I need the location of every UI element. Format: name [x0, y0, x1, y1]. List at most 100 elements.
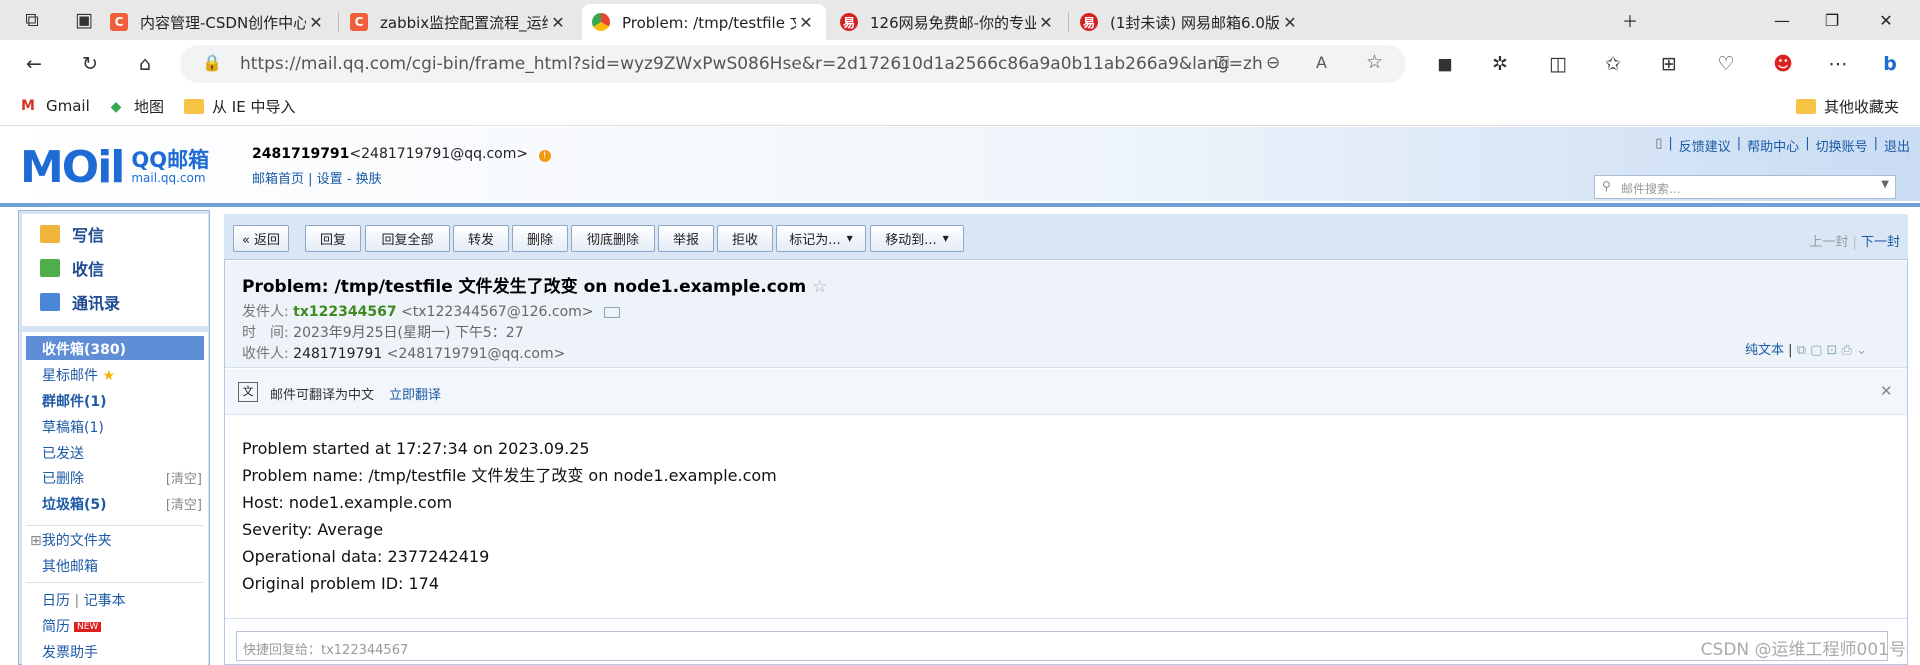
header-divider: [0, 203, 1920, 207]
collections-icon[interactable]: ⊞: [1655, 50, 1683, 78]
forward-button[interactable]: 转发: [453, 225, 509, 252]
read-aloud-icon[interactable]: A: [1316, 53, 1327, 72]
key-icon[interactable]: ⚿: [1216, 53, 1229, 73]
mail-search-input[interactable]: ⚲ 邮件搜索... ▼: [1594, 175, 1896, 199]
folder-label: 我的文件夹: [41, 533, 112, 549]
mobile-icon[interactable]: ▯: [1655, 136, 1662, 155]
folder-my-folders[interactable]: ⊞我的文件夹: [30, 530, 112, 550]
more-menu-icon[interactable]: ⋯: [1824, 50, 1852, 78]
to-line: 收件人: 2481719791 <2481719791@qq.com>: [242, 343, 565, 363]
qqmail-logo[interactable]: MOil QQ邮箱 mail.qq.com: [20, 142, 209, 193]
plain-text-link[interactable]: 纯文本 | ⧉ ▢ ⊡ ⎙ ⌄: [1745, 339, 1867, 358]
resume-link[interactable]: 简历 NEW: [42, 616, 102, 636]
minimize-icon[interactable]: —: [1762, 6, 1802, 34]
next-mail-link[interactable]: 下一封: [1861, 235, 1900, 250]
warning-icon[interactable]: !: [538, 150, 551, 162]
restore-icon[interactable]: ❐: [1812, 6, 1852, 34]
back-icon[interactable]: ←: [20, 50, 48, 78]
bookmark-maps[interactable]: ◆ 地图: [106, 96, 164, 117]
empty-deleted-link[interactable]: [清空]: [166, 468, 202, 487]
folder-sent[interactable]: 已发送: [42, 443, 84, 463]
tab-netease-inbox[interactable]: 易 (1封未读) 网易邮箱6.0版 ✕: [1070, 4, 1310, 40]
star-icon: ★: [102, 368, 116, 384]
reply-all-button[interactable]: 回复全部: [365, 225, 450, 252]
bookmark-gmail[interactable]: M Gmail: [18, 96, 90, 116]
tab-close-icon[interactable]: ✕: [796, 13, 816, 32]
empty-spam-link[interactable]: [清空]: [166, 494, 202, 513]
tab-problem-mail[interactable]: Problem: /tmp/testfile 文件发生了 ✕: [582, 4, 826, 40]
folder-deleted[interactable]: 已删除 [清空]: [42, 468, 202, 488]
view-options-icon[interactable]: ⧉ ▢ ⊡ ⎙ ⌄: [1797, 343, 1867, 358]
calendar-link[interactable]: 日历 | 记事本: [42, 590, 126, 610]
logout-link[interactable]: 退出: [1884, 136, 1910, 155]
invoice-assistant-link[interactable]: 发票助手: [42, 642, 98, 662]
bookmark-other[interactable]: 其他收藏夹: [1796, 96, 1899, 117]
sender-name[interactable]: tx122344567: [293, 304, 396, 320]
help-link[interactable]: 帮助中心: [1747, 136, 1799, 155]
favorites-icon[interactable]: ✩: [1599, 50, 1627, 78]
games-icon[interactable]: ◼: [1431, 50, 1459, 78]
contact-card-icon[interactable]: [603, 306, 620, 318]
close-window-icon[interactable]: ✕: [1866, 6, 1906, 34]
body-line: Operational data: 2377242419: [242, 547, 490, 566]
mark-as-dropdown[interactable]: 标记为... ▼: [776, 225, 866, 252]
tab-csdn-content[interactable]: C 内容管理-CSDN创作中心 ✕: [100, 4, 336, 40]
new-tab-icon[interactable]: ＋: [1610, 6, 1650, 34]
close-translate-icon[interactable]: ✕: [1880, 382, 1893, 400]
home-icon[interactable]: ⌂: [131, 50, 159, 78]
workspaces-icon[interactable]: ⧉: [18, 6, 46, 34]
recipient-name[interactable]: 2481719791: [293, 346, 382, 362]
tab-126-mail[interactable]: 易 126网易免费邮-你的专业电子邮局 ✕: [830, 4, 1066, 40]
search-icon: ⚲: [1602, 179, 1611, 193]
quick-reply-input[interactable]: 快捷回复给：tx122344567: [236, 631, 1888, 661]
favorite-star-icon[interactable]: ☆: [1366, 51, 1383, 73]
mailbox-home-link[interactable]: 邮箱首页: [252, 172, 304, 187]
folder-other-mail[interactable]: 其他邮箱: [42, 556, 98, 576]
permanent-delete-button[interactable]: 彻底删除: [571, 225, 655, 252]
folder-starred[interactable]: 星标邮件 ★: [42, 365, 115, 385]
notes-link[interactable]: 记事本: [84, 593, 126, 609]
move-to-label: 移动到...: [885, 233, 937, 248]
expand-icon[interactable]: ⊞: [30, 533, 42, 549]
folder-group-mail[interactable]: 群邮件(1): [42, 391, 107, 411]
folder-spam[interactable]: 垃圾箱(5) [清空]: [42, 494, 202, 514]
star-outline-icon[interactable]: ☆: [812, 277, 827, 297]
contacts-button[interactable]: 通讯录: [40, 290, 120, 314]
split-screen-icon[interactable]: ◫: [1544, 50, 1572, 78]
tab-close-icon[interactable]: ✕: [1280, 13, 1300, 32]
prev-mail-link[interactable]: 上一封: [1809, 235, 1848, 250]
back-button[interactable]: « 返回: [233, 225, 289, 252]
receive-button[interactable]: 收信: [40, 256, 104, 280]
extensions-icon[interactable]: ✲: [1486, 50, 1514, 78]
copilot-icon[interactable]: b: [1876, 50, 1904, 78]
switch-account-link[interactable]: 切换账号: [1816, 136, 1868, 155]
settings-link[interactable]: 设置: [317, 172, 343, 187]
from-label: 发件人:: [242, 304, 289, 320]
tab-close-icon[interactable]: ✕: [306, 13, 326, 32]
report-button[interactable]: 举报: [658, 225, 714, 252]
tab-close-icon[interactable]: ✕: [548, 13, 568, 32]
time-value: 2023年9月25日(星期一) 下午5：27: [293, 325, 524, 341]
translate-now-link[interactable]: 立即翻译: [389, 384, 441, 403]
zoom-icon[interactable]: ⊖: [1266, 53, 1280, 73]
reply-button[interactable]: 回复: [305, 225, 361, 252]
feedback-link[interactable]: 反馈建议: [1679, 136, 1731, 155]
tab-title: (1封未读) 网易邮箱6.0版: [1110, 13, 1280, 32]
bookmark-ie-import[interactable]: 从 IE 中导入: [184, 96, 295, 117]
move-to-dropdown[interactable]: 移动到... ▼: [870, 225, 964, 252]
chevron-down-icon[interactable]: ▼: [1881, 179, 1889, 190]
address-bar[interactable]: 🔒 https://mail.qq.com/cgi-bin/frame_html…: [180, 45, 1406, 83]
delete-button[interactable]: 删除: [512, 225, 568, 252]
tab-close-icon[interactable]: ✕: [1036, 13, 1056, 32]
folder-drafts[interactable]: 草稿箱(1): [42, 417, 104, 437]
browser-essentials-icon[interactable]: ♡: [1712, 50, 1740, 78]
skin-link[interactable]: 换肤: [356, 172, 382, 187]
tab-zabbix[interactable]: C zabbix监控配置流程_运维工程师( ✕: [340, 4, 578, 40]
write-button[interactable]: 写信: [40, 222, 104, 246]
tab-actions-icon[interactable]: ▣: [70, 6, 98, 34]
reject-button[interactable]: 拒收: [717, 225, 773, 252]
refresh-icon[interactable]: ↻: [76, 50, 104, 78]
folder-inbox[interactable]: 收件箱(380): [26, 336, 204, 360]
profile-avatar-icon[interactable]: ☻: [1769, 50, 1797, 78]
brand-domain: mail.qq.com: [131, 171, 206, 186]
